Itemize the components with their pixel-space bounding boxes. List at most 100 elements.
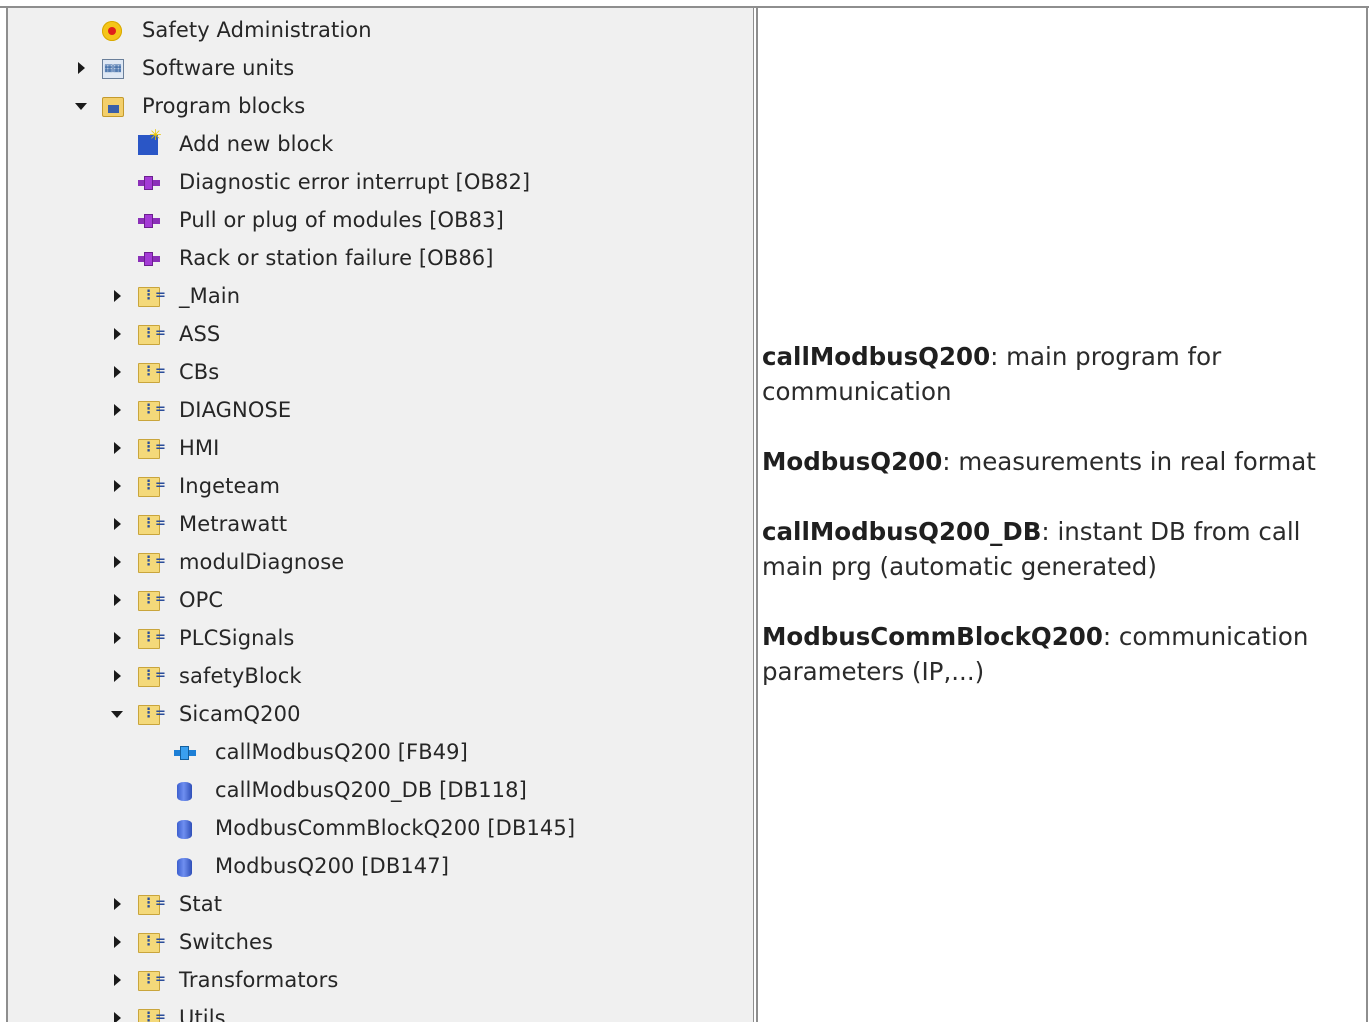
- expand-arrow-icon[interactable]: [114, 632, 121, 644]
- tree-item[interactable]: HMI: [8, 429, 753, 467]
- tree-item[interactable]: Switches: [8, 923, 753, 961]
- tree-item[interactable]: Software units: [8, 49, 753, 87]
- description-callmodbusq200: callModbusQ200: main program for communi…: [762, 339, 1364, 409]
- tree-item[interactable]: callModbusQ200 [FB49]: [8, 733, 753, 771]
- description-callmodbusq200-db: callModbusQ200_DB: instant DB from call …: [762, 514, 1364, 584]
- expand-arrow-icon[interactable]: [114, 556, 121, 568]
- tree-item[interactable]: Stat: [8, 885, 753, 923]
- tree-item-label: ModbusCommBlockQ200 [DB145]: [215, 816, 576, 840]
- tree-item[interactable]: Utils: [8, 999, 753, 1022]
- expand-arrow-icon[interactable]: [78, 62, 85, 74]
- tree-item[interactable]: DIAGNOSE: [8, 391, 753, 429]
- tree-item[interactable]: callModbusQ200_DB [DB118]: [8, 771, 753, 809]
- folder-icon: [138, 287, 166, 307]
- folder-icon: [138, 933, 166, 953]
- project-tree: Safety Administration Software units Progr…: [8, 8, 753, 1022]
- tree-item[interactable]: Pull or plug of modules [OB83]: [8, 201, 753, 239]
- tree-item[interactable]: Safety Administration: [8, 11, 753, 49]
- tree-item[interactable]: modulDiagnose: [8, 543, 753, 581]
- tree-item-label: Transformators: [179, 968, 339, 992]
- expand-arrow-icon[interactable]: [114, 518, 121, 530]
- folder-icon: [138, 553, 166, 573]
- expand-arrow-icon[interactable]: [114, 974, 121, 986]
- tree-item[interactable]: ModbusQ200 [DB147]: [8, 847, 753, 885]
- tree-item-label: CBs: [179, 360, 220, 384]
- tree-item-label: callModbusQ200_DB [DB118]: [215, 778, 527, 802]
- collapse-arrow-icon[interactable]: [111, 711, 123, 718]
- organization-block-icon: [138, 211, 160, 231]
- tree-item-label: Pull or plug of modules [OB83]: [179, 208, 504, 232]
- description-panel: callModbusQ200: main program for communi…: [762, 8, 1364, 1022]
- folder-icon: [138, 363, 166, 383]
- expand-arrow-icon[interactable]: [114, 442, 121, 454]
- tree-item-label: safetyBlock: [179, 664, 302, 688]
- tree-item[interactable]: CBs: [8, 353, 753, 391]
- folder-icon: [138, 591, 166, 611]
- frame-border-top: [0, 0, 1369, 8]
- tree-item[interactable]: Metrawatt: [8, 505, 753, 543]
- organization-block-icon: [138, 249, 160, 269]
- tree-item-label: PLCSignals: [179, 626, 295, 650]
- expand-arrow-icon[interactable]: [114, 594, 121, 606]
- tree-item[interactable]: safetyBlock: [8, 657, 753, 695]
- data-block-icon: [174, 857, 196, 877]
- folder-icon: [138, 1009, 166, 1022]
- frame-border-right: [1366, 6, 1368, 1022]
- tree-item[interactable]: Program blocks: [8, 87, 753, 125]
- folder-icon: [138, 477, 166, 497]
- column-divider: [753, 6, 754, 1022]
- software-units-icon: [102, 59, 124, 79]
- tree-item-label: OPC: [179, 588, 224, 612]
- expand-arrow-icon[interactable]: [114, 936, 121, 948]
- folder-icon: [138, 325, 166, 345]
- tree-item-label: Ingeteam: [179, 474, 281, 498]
- data-block-icon: [174, 781, 196, 801]
- tree-item[interactable]: Transformators: [8, 961, 753, 999]
- tree-item-label: _Main: [179, 284, 241, 308]
- expand-arrow-icon[interactable]: [114, 366, 121, 378]
- folder-icon: [138, 667, 166, 687]
- expand-arrow-icon[interactable]: [114, 480, 121, 492]
- tree-item[interactable]: Ingeteam: [8, 467, 753, 505]
- tree-item-label: Safety Administration: [142, 18, 372, 42]
- tree-item[interactable]: Rack or station failure [OB86]: [8, 239, 753, 277]
- tree-item-label: Rack or station failure [OB86]: [179, 246, 494, 270]
- folder-icon: [138, 629, 166, 649]
- tree-item-label: HMI: [179, 436, 220, 460]
- program-blocks-icon: [102, 97, 124, 117]
- tree-item[interactable]: Diagnostic error interrupt [OB82]: [8, 163, 753, 201]
- expand-arrow-icon[interactable]: [114, 328, 121, 340]
- expand-arrow-icon[interactable]: [114, 1012, 121, 1022]
- tree-item[interactable]: _Main: [8, 277, 753, 315]
- description-term: ModbusQ200: [762, 447, 943, 476]
- description-term: ModbusCommBlockQ200: [762, 622, 1103, 651]
- tree-item-label: Software units: [142, 56, 295, 80]
- tree-item[interactable]: SicamQ200: [8, 695, 753, 733]
- expand-arrow-icon[interactable]: [114, 404, 121, 416]
- tree-item-label: Stat: [179, 892, 223, 916]
- description-term: callModbusQ200_DB: [762, 517, 1042, 546]
- add-block-icon: [138, 126, 162, 155]
- tree-item-label: Metrawatt: [179, 512, 288, 536]
- function-block-icon: [174, 743, 196, 763]
- tree-item[interactable]: ModbusCommBlockQ200 [DB145]: [8, 809, 753, 847]
- tree-item-label: Program blocks: [142, 94, 306, 118]
- collapse-arrow-icon[interactable]: [75, 103, 87, 110]
- expand-arrow-icon[interactable]: [114, 898, 121, 910]
- folder-icon: [138, 439, 166, 459]
- tree-item[interactable]: ASS: [8, 315, 753, 353]
- folder-icon: [138, 705, 166, 725]
- expand-arrow-icon[interactable]: [114, 290, 121, 302]
- folder-icon: [138, 895, 166, 915]
- tree-item-label: SicamQ200: [179, 702, 301, 726]
- folder-icon: [138, 401, 166, 421]
- description-modbuscommblockq200: ModbusCommBlockQ200: communication param…: [762, 619, 1364, 689]
- tree-item[interactable]: OPC: [8, 581, 753, 619]
- tree-item[interactable]: Add new block: [8, 125, 753, 163]
- tree-item-label: Switches: [179, 930, 274, 954]
- expand-arrow-icon[interactable]: [114, 670, 121, 682]
- tree-item-label: Utils: [179, 1006, 226, 1022]
- description-term: callModbusQ200: [762, 342, 991, 371]
- tree-item[interactable]: PLCSignals: [8, 619, 753, 657]
- column-divider-right: [756, 6, 758, 1022]
